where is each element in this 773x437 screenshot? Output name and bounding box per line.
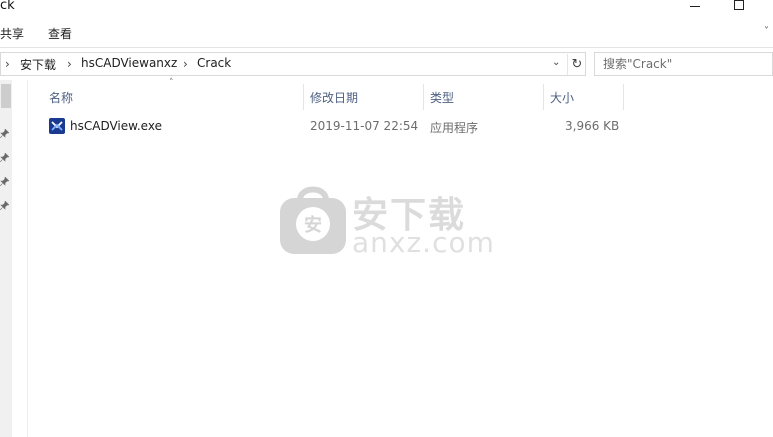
refresh-icon[interactable]: ↻ bbox=[567, 54, 586, 75]
search-box[interactable] bbox=[594, 52, 773, 76]
address-bar[interactable]: › 安下载 › hsCADViewanxz › Crack ⌄ ↻ bbox=[0, 52, 586, 76]
file-modified-date: 2019-11-07 22:54 bbox=[310, 119, 419, 133]
breadcrumb-item-anxz[interactable]: 安下载 bbox=[20, 56, 56, 73]
window-title: ck bbox=[0, 0, 15, 13]
ribbon-expand-icon[interactable]: ˅ bbox=[764, 26, 769, 37]
pin-icon bbox=[0, 129, 9, 138]
column-header-type-label: 类型 bbox=[430, 91, 455, 105]
pin-icon bbox=[0, 153, 9, 162]
tab-share[interactable]: 共享 bbox=[0, 25, 24, 42]
hscadview-app-icon bbox=[49, 118, 65, 134]
breadcrumb-separator-icon[interactable]: › bbox=[5, 57, 10, 71]
column-header-name[interactable]: 名称 bbox=[44, 84, 303, 110]
column-header-size-label: 大小 bbox=[550, 91, 575, 105]
column-header-date[interactable]: 修改日期 bbox=[304, 84, 423, 110]
column-header-date-label: 修改日期 bbox=[310, 91, 359, 105]
breadcrumb-separator-icon[interactable]: › bbox=[183, 57, 188, 71]
shopping-bag-logo-icon: 安 bbox=[280, 186, 346, 254]
nav-scrollbar-thumb[interactable] bbox=[1, 84, 11, 108]
pin-icon bbox=[0, 177, 9, 186]
column-header-type[interactable]: 类型 bbox=[424, 84, 543, 110]
search-input[interactable] bbox=[603, 56, 768, 72]
breadcrumb-item-crack[interactable]: Crack bbox=[197, 56, 231, 70]
pin-icon bbox=[0, 201, 9, 210]
column-header-name-label: 名称 bbox=[49, 91, 74, 105]
minimize-button[interactable] bbox=[690, 6, 700, 7]
watermark-text-en: anxz.com bbox=[352, 226, 495, 259]
address-row: › 安下载 › hsCADViewanxz › Crack ⌄ ↻ bbox=[0, 52, 773, 76]
column-divider[interactable] bbox=[623, 84, 624, 110]
file-type: 应用程序 bbox=[430, 121, 479, 135]
breadcrumb-separator-icon[interactable]: › bbox=[67, 57, 72, 71]
file-name[interactable]: hsCADView.exe bbox=[70, 119, 162, 133]
title-bar: ck bbox=[0, 0, 773, 18]
breadcrumb-item-hscadviewanxz[interactable]: hsCADViewanxz bbox=[81, 56, 177, 70]
watermark: 安 安下载 anxz.com bbox=[278, 178, 498, 262]
file-row[interactable]: hsCADView.exe 2019-11-07 22:54 应用程序 3,96… bbox=[44, 115, 624, 137]
ribbon-tabs: 共享 查看 ˅ bbox=[0, 18, 773, 48]
navigation-pane bbox=[0, 80, 28, 437]
tab-view[interactable]: 查看 bbox=[48, 25, 72, 42]
watermark-badge: 安 bbox=[304, 214, 322, 236]
file-size: 3,966 KB bbox=[565, 119, 620, 133]
maximize-button[interactable] bbox=[734, 0, 744, 10]
address-dropdown-icon[interactable]: ⌄ bbox=[552, 57, 560, 68]
column-header-size[interactable]: 大小 bbox=[544, 84, 623, 110]
